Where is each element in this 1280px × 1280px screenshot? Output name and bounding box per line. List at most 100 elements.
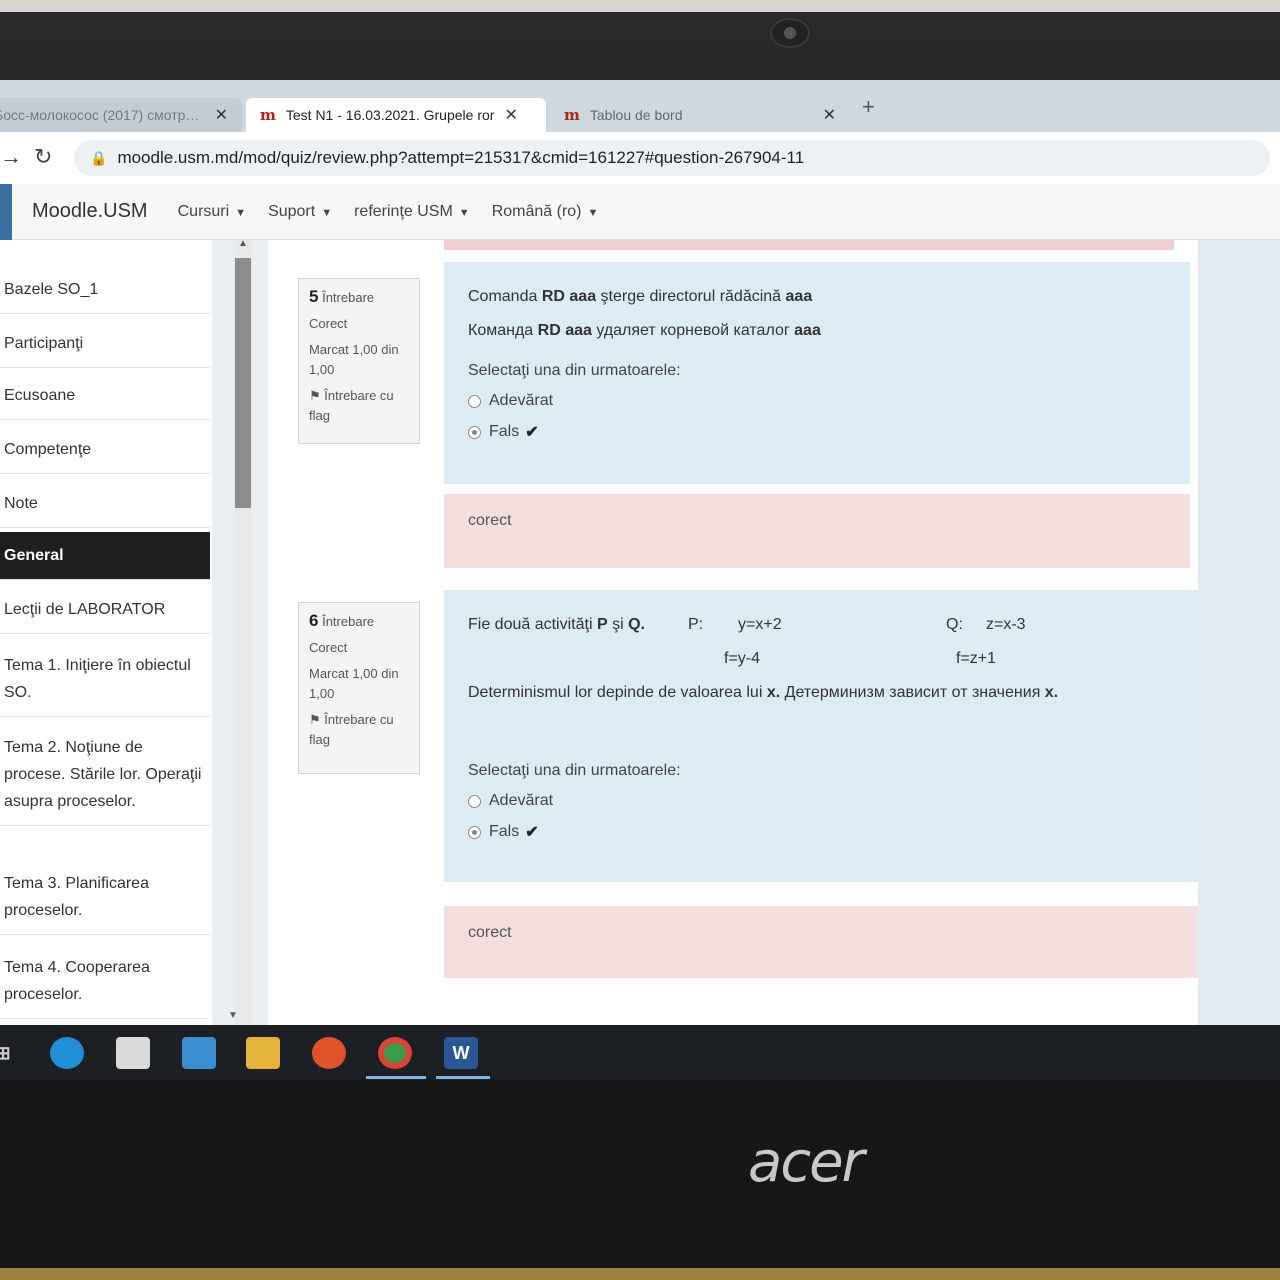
option-label: Fals <box>489 423 520 440</box>
answer-prompt: Selectaţi una din urmatoarele: <box>468 762 681 779</box>
word-letter: W <box>452 1042 470 1063</box>
sidebar-item-label: Participanţi <box>4 335 84 352</box>
radio-button[interactable] <box>468 394 481 408</box>
answer-option[interactable]: Adevărat <box>468 792 1186 810</box>
option-label: Adevărat <box>489 792 554 809</box>
text-part: Q. <box>628 616 645 633</box>
text-part: Детерминизм зависит от значения <box>780 684 1045 701</box>
flag-icon: ⚑ <box>309 712 321 727</box>
quiz-review-main: 5 Întrebare Corect Marcat 1,00 din 1,00 … <box>268 240 1280 1080</box>
caret-down-icon: ▼ <box>587 206 599 219</box>
nav-suport[interactable]: Suport ▼ <box>268 203 332 221</box>
sidebar-item-ecusoane[interactable]: Ecusoane <box>0 372 210 420</box>
active-app-indicator <box>366 1076 426 1079</box>
sidebar-item-tema-4[interactable]: Tema 4. Cooperarea proceselor. <box>0 944 210 1019</box>
chrome-icon[interactable] <box>378 1037 412 1069</box>
moodle-navbar: Moodle.USM Cursuri ▼ Suport ▼ referinţe US… <box>0 183 1280 240</box>
sidebar-item-tema-1[interactable]: Tema 1. Iniţiere în obiectul SO. <box>0 642 210 717</box>
screen: Босс-молокосос (2017) смотреть ✕ m Test … <box>0 80 1280 1080</box>
caret-down-icon: ▼ <box>458 206 470 219</box>
sidebar-item-note[interactable]: Note <box>0 480 210 528</box>
answer-option[interactable]: Adevărat <box>468 392 1166 410</box>
nav-referinte[interactable]: referinţe USM ▼ <box>354 203 470 221</box>
sidebar-item-label: Tema 2. Noţiune de procese. Stările lor.… <box>4 739 202 810</box>
question-label: Întrebare <box>322 290 375 305</box>
text-part: RD <box>537 322 561 339</box>
text-part: P: <box>688 616 704 633</box>
question-formulation: Comanda RD aaa şterge directorul rădăcin… <box>444 262 1190 484</box>
caret-down-icon: ▼ <box>321 206 333 219</box>
sidebar-item-tema-3[interactable]: Tema 3. Planificarea proceselor. <box>0 860 210 935</box>
answer-prompt: Selectaţi una din urmatoarele: <box>468 362 681 379</box>
url-field[interactable]: 🔒 moodle.usm.md/mod/quiz/review.php?atte… <box>74 140 1270 176</box>
text-part: удаляет корневой каталог <box>591 322 795 339</box>
question-info: 5 Întrebare Corect Marcat 1,00 din 1,00 … <box>298 278 420 444</box>
close-tab-icon[interactable]: ✕ <box>823 105 836 125</box>
reload-icon[interactable]: ↻ <box>34 144 52 170</box>
feedback-box: corect <box>444 906 1210 978</box>
sidebar-item-competente[interactable]: Competenţe <box>0 426 210 474</box>
nav-language[interactable]: Română (ro) ▼ <box>492 203 599 221</box>
answer-option[interactable]: Fals ✔ <box>468 822 1186 842</box>
tab-title: Test N1 - 16.03.2021. Grupele ror <box>285 107 495 123</box>
sidebar-item-tema-2[interactable]: Tema 2. Noţiune de procese. Stările lor.… <box>0 724 210 826</box>
wall-background <box>0 0 1280 12</box>
url-text: moodle.usm.md/mod/quiz/review.php?attemp… <box>117 148 805 167</box>
sidebar-item-laborator[interactable]: Lecţii de LABORATOR <box>0 586 210 634</box>
check-icon: ✔ <box>525 424 539 441</box>
close-tab-icon[interactable]: ✕ <box>504 105 517 125</box>
text-part: aaa <box>565 322 592 339</box>
sidebar-item-label: General <box>4 547 64 564</box>
text-part: aaa <box>794 322 821 339</box>
drawer-toggle[interactable] <box>0 183 12 240</box>
site-brand[interactable]: Moodle.USM <box>32 200 148 223</box>
nav-cursuri[interactable]: Cursuri ▼ <box>178 203 246 221</box>
edge-icon[interactable] <box>50 1037 84 1069</box>
text-part: Fie două activităţi <box>468 616 597 633</box>
nav-label: referinţe USM <box>354 202 453 220</box>
sidebar-item-label: Note <box>4 495 38 512</box>
scroll-up-icon[interactable]: ▲ <box>238 238 248 249</box>
radio-button-checked[interactable] <box>468 825 481 839</box>
sidebar-item-label: Ecusoane <box>4 387 76 404</box>
sidebar-item-label: Bazele SO_1 <box>4 281 99 298</box>
store-icon[interactable] <box>116 1037 150 1069</box>
flag-question-link[interactable]: ⚑ Întrebare cu flag <box>309 710 409 750</box>
lock-icon: 🔒 <box>90 149 108 166</box>
text-part: x. <box>766 684 781 701</box>
question-text-line-3: Determinismul lor depinde de valoarea lu… <box>468 676 1186 710</box>
text-part: aaa <box>785 288 813 305</box>
answer-option[interactable]: Fals ✔ <box>468 422 1166 442</box>
browser-tab[interactable]: m Tablou de bord ✕ <box>550 98 850 132</box>
file-explorer-icon[interactable] <box>246 1037 280 1069</box>
sidebar-item-label: Tema 4. Cooperarea proceselor. <box>4 959 150 1003</box>
scroll-down-icon[interactable]: ▼ <box>228 1010 238 1021</box>
text-part: şi <box>607 616 629 633</box>
task-view-icon[interactable]: ⊞ <box>0 1037 20 1069</box>
radio-button[interactable] <box>468 794 481 808</box>
acer-logo: acer <box>748 1130 865 1195</box>
check-icon: ✔ <box>525 824 539 841</box>
browser-tab[interactable]: Босс-молокосос (2017) смотреть ✕ <box>0 98 242 132</box>
question-formulation: Fie două activităţi P şi Q. P: y=x+2 Q: … <box>444 590 1210 882</box>
scrollbar-thumb[interactable] <box>235 258 251 508</box>
ubuntu-icon[interactable] <box>312 1037 346 1069</box>
contacts-icon[interactable] <box>182 1037 216 1069</box>
moodle-favicon-icon: m <box>564 106 580 124</box>
sidebar-item-participanti[interactable]: Participanţi <box>0 320 210 368</box>
text-part: RD <box>541 288 565 305</box>
new-tab-icon[interactable]: + <box>862 94 875 120</box>
flag-question-link[interactable]: ⚑ Întrebare cu flag <box>309 386 409 426</box>
back-arrow-icon[interactable]: → <box>0 144 22 170</box>
feedback-text: corect <box>468 924 512 941</box>
radio-button-checked[interactable] <box>468 425 481 439</box>
sidebar-item-course[interactable]: Bazele SO_1 <box>0 266 210 314</box>
sidebar-item-general[interactable]: General <box>0 532 210 580</box>
tab-bar: Босс-молокосос (2017) смотреть ✕ m Test … <box>0 80 1280 132</box>
close-tab-icon[interactable]: ✕ <box>215 105 228 125</box>
flag-label: Întrebare cu flag <box>309 388 394 423</box>
word-icon[interactable]: W <box>444 1037 478 1069</box>
question-number: 6 <box>309 611 319 630</box>
browser-tab-active[interactable]: m Test N1 - 16.03.2021. Grupele ror ✕ <box>246 98 546 132</box>
sidebar-item-label: Lecţii de LABORATOR <box>4 601 166 618</box>
